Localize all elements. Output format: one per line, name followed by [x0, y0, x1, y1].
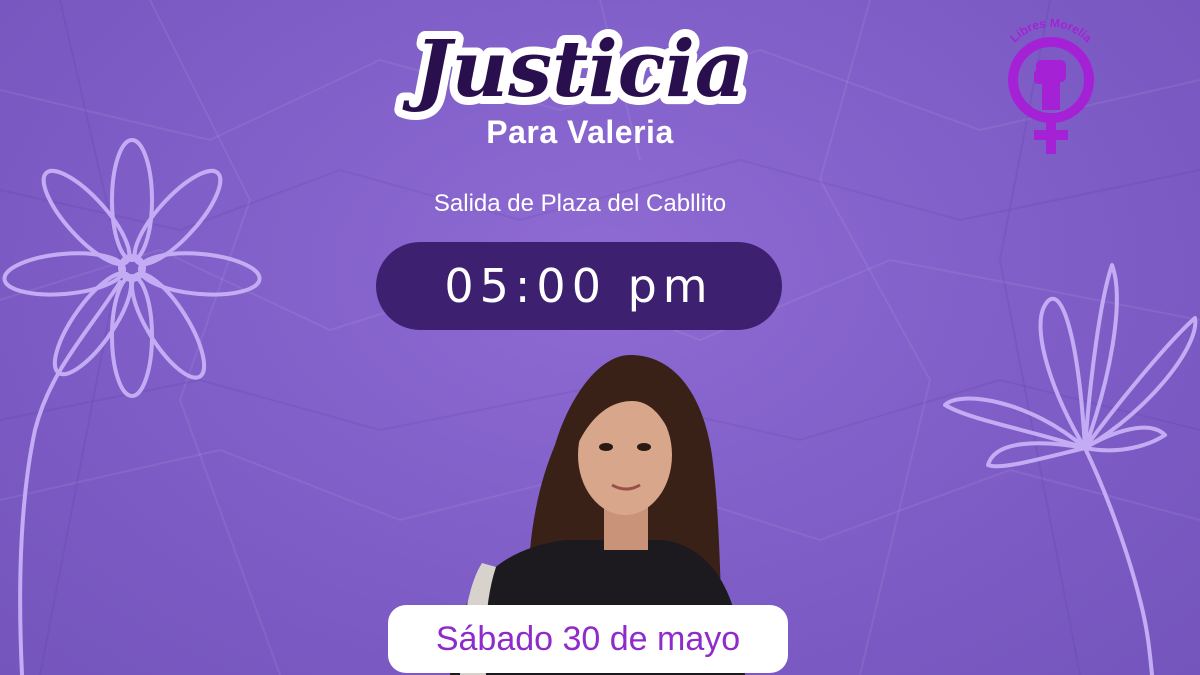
date-badge: Sábado 30 de mayo	[388, 605, 788, 673]
date-text: Sábado 30 de mayo	[435, 619, 741, 658]
svg-text:Justicia: Justicia	[402, 24, 746, 115]
time-text: 05:00 pm	[444, 259, 714, 313]
subtitle: Para Valeria	[486, 114, 674, 150]
libres-morelia-logo: Libres Morelia	[1007, 16, 1095, 154]
time-badge: 05:00 pm	[376, 242, 782, 330]
raised-fist-icon	[1034, 60, 1066, 110]
location-text: Salida de Plaza del Cabllito	[433, 190, 727, 217]
event-poster: Justicia Justicia Para Valeria Salida de…	[0, 0, 1200, 675]
